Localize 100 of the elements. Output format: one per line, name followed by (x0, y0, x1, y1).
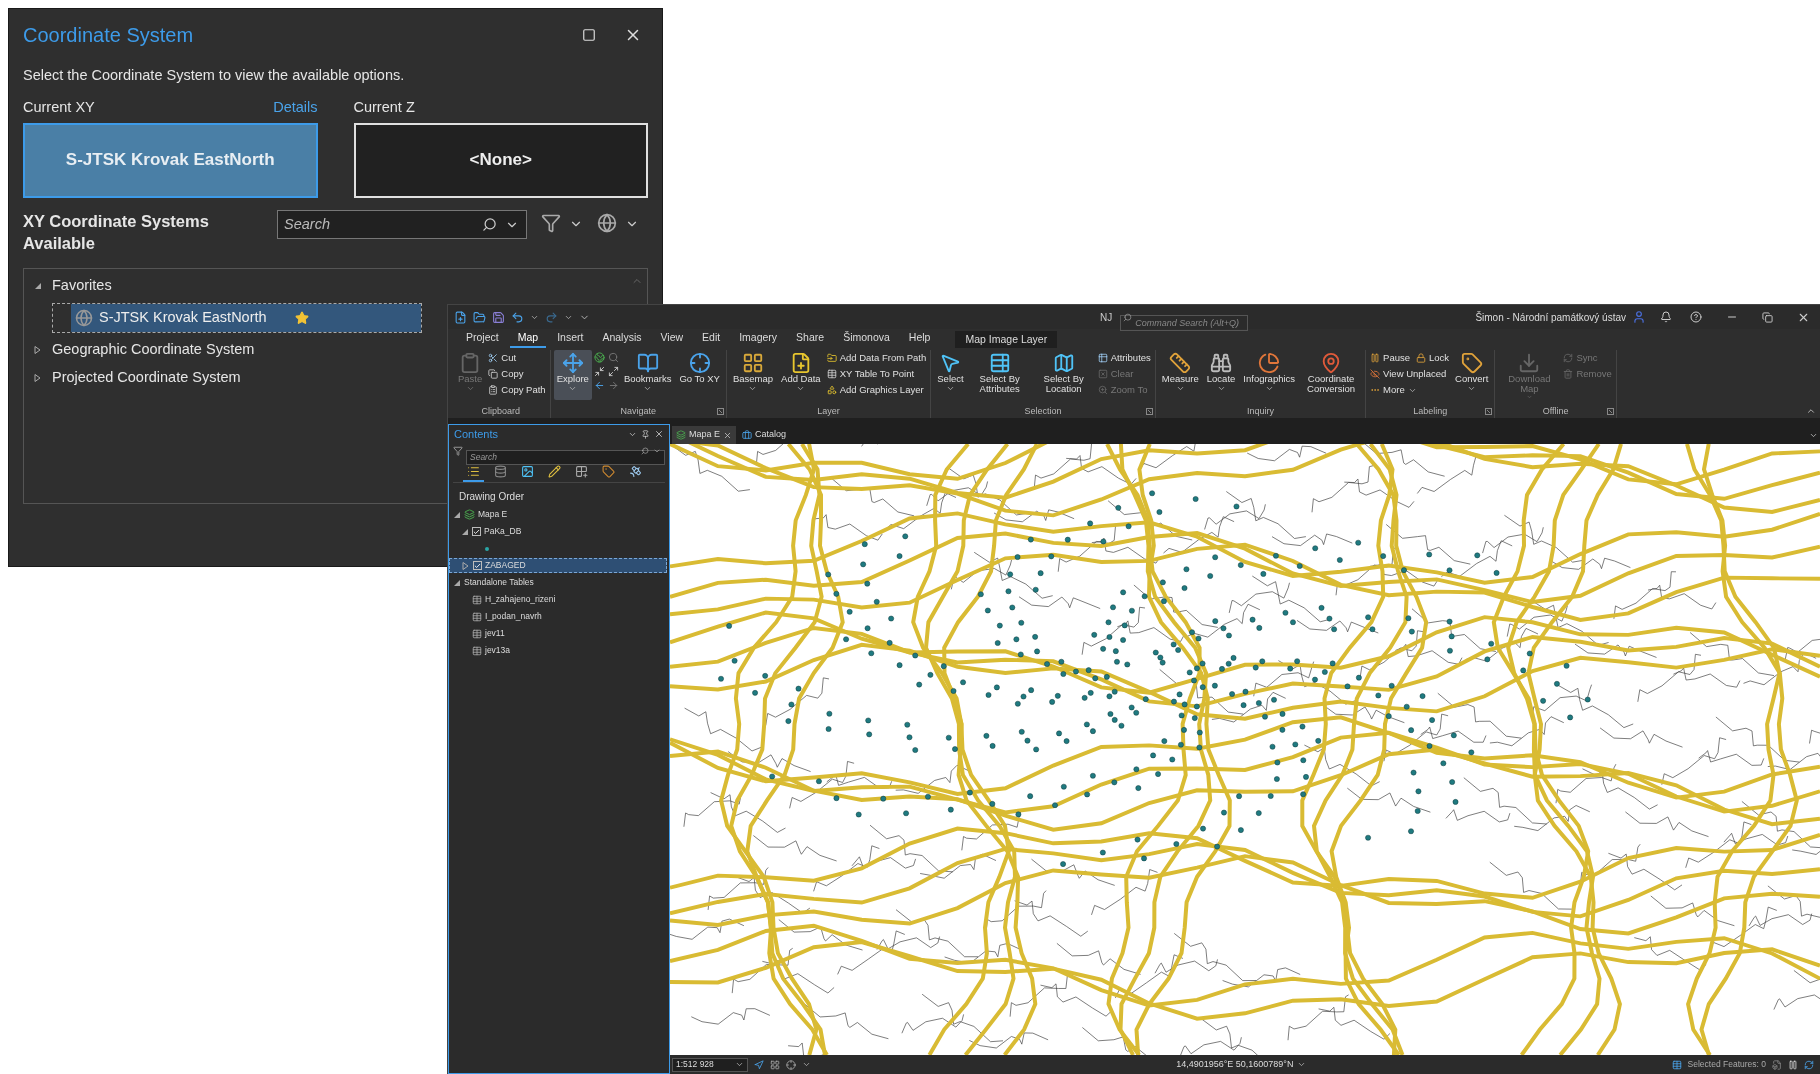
pause-icon[interactable] (1788, 1059, 1798, 1070)
maximize-icon[interactable] (582, 28, 596, 42)
new-project-icon[interactable] (454, 310, 467, 324)
caret-icon[interactable] (653, 447, 661, 455)
tree-item-label[interactable]: I_podan_navrh (485, 610, 542, 623)
close-icon[interactable] (654, 429, 664, 439)
collapse-ribbon-icon[interactable] (1806, 406, 1816, 416)
ribbon-button[interactable]: Add Data (778, 350, 824, 400)
ribbon-tab[interactable]: Analysis (594, 330, 650, 348)
ribbon-tab[interactable]: Map (509, 330, 547, 348)
contextual-tab[interactable]: Map Image Layer (955, 331, 1058, 348)
launcher-icon[interactable] (716, 408, 724, 415)
ribbon-button[interactable]: Infographics (1240, 350, 1299, 400)
ribbon-button[interactable]: Select By Attributes (968, 350, 1031, 400)
tree-item[interactable]: Projected Coordinate System (52, 366, 241, 389)
caret-icon[interactable] (1809, 431, 1818, 440)
ribbon-button[interactable]: Go To XY (676, 350, 723, 400)
ribbon-tab[interactable]: View (652, 330, 692, 348)
refresh-icon[interactable] (1804, 1059, 1814, 1070)
ribbon-small-button[interactable]: Add Graphics Layer (825, 383, 925, 397)
collapsed-arrow-icon[interactable] (34, 373, 42, 382)
back-icon[interactable] (593, 380, 605, 391)
save-icon[interactable] (492, 310, 505, 324)
grid-icon[interactable] (770, 1059, 780, 1070)
ribbon-tab[interactable]: Edit (694, 330, 729, 348)
caret-icon (1467, 384, 1477, 393)
notification-icon[interactable] (1660, 311, 1672, 323)
checkbox[interactable] (473, 561, 482, 570)
account-name[interactable]: Šimon - Národní památkový ústav (1475, 309, 1626, 325)
layer-row[interactable]: ZABAGED (449, 558, 667, 573)
box-icon[interactable] (1772, 1059, 1782, 1070)
ribbon-tab[interactable]: Insert (549, 330, 592, 348)
tree-item-label[interactable]: Standalone Tables (464, 576, 534, 589)
layer-row[interactable]: PaKa_DB (449, 524, 667, 539)
filter-icon[interactable] (541, 212, 561, 233)
ribbon-small-button[interactable]: XY Table To Point (825, 367, 916, 381)
ribbon-small-button[interactable]: Add Data From Path (825, 351, 928, 365)
table-icon[interactable] (1671, 1059, 1682, 1070)
expanded-arrow-icon[interactable] (453, 578, 461, 587)
collapsed-arrow-icon[interactable] (34, 345, 42, 354)
globe-icon[interactable] (597, 212, 617, 233)
ribbon-button[interactable]: Measure (1158, 350, 1202, 400)
ribbon-button[interactable]: Select By Location (1032, 350, 1095, 400)
ribbon-tab[interactable]: Imagery (731, 330, 786, 348)
filter-icon[interactable] (453, 445, 463, 456)
ribbon-small-button[interactable]: View Unplaced (1369, 367, 1448, 381)
tree-item-label[interactable]: jev11 (485, 627, 505, 640)
scale-field[interactable]: 1:512 928 (672, 1057, 748, 1072)
expanded-arrow-icon[interactable] (34, 281, 42, 290)
ribbon-button[interactable]: Coordinate Conversion (1300, 350, 1363, 400)
ribbon-tab[interactable]: Share (788, 330, 833, 348)
ribbon-small-button[interactable]: Pause (1369, 351, 1412, 365)
ribbon-tab[interactable]: Help (900, 330, 939, 348)
document-tab[interactable]: Mapa E (672, 426, 737, 444)
ribbon-small-button[interactable]: Lock (1415, 351, 1451, 365)
avatar-icon[interactable] (1632, 310, 1646, 324)
ribbon-tab[interactable]: Project (458, 330, 507, 348)
launcher-icon[interactable] (1606, 408, 1614, 415)
search-field[interactable]: Search (277, 209, 527, 239)
launcher-icon[interactable] (1485, 408, 1493, 415)
globe-icon[interactable] (593, 352, 605, 363)
table-icon (1097, 353, 1108, 363)
ribbon-small-button[interactable]: Attributes (1096, 351, 1152, 365)
tree-item-label[interactable]: H_zahajeno_rizeni (485, 593, 556, 606)
tree-item-label[interactable]: Mapa E (478, 508, 508, 521)
ribbon-small-button[interactable]: Copy (487, 367, 525, 381)
undo-icon[interactable] (511, 310, 524, 324)
expanded-arrow-icon[interactable] (461, 527, 469, 536)
ribbon-button[interactable]: Locate (1203, 350, 1239, 400)
help-icon[interactable] (1690, 311, 1702, 323)
ribbon-button[interactable]: Convert (1452, 350, 1492, 400)
restore-icon[interactable] (1762, 311, 1773, 323)
document-tab[interactable]: Catalog (738, 426, 791, 444)
ribbon-button[interactable]: Basemap (729, 350, 777, 400)
tree-item[interactable]: S-JTSK Krovak EastNorth (71, 303, 421, 332)
ribbon-small-button[interactable]: Cut (487, 351, 518, 365)
tree-item[interactable]: Favorites (52, 274, 112, 297)
current-z-value[interactable]: <None> (353, 122, 648, 198)
star-icon[interactable] (295, 310, 309, 325)
crosshair-icon[interactable] (786, 1059, 796, 1070)
pin-icon[interactable] (641, 429, 650, 439)
current-xy-value[interactable]: S-JTSK Krovak EastNorth (23, 122, 318, 198)
navigation-icon[interactable] (754, 1059, 764, 1070)
launcher-icon[interactable] (1145, 408, 1153, 415)
collapsed-arrow-icon[interactable] (462, 561, 470, 570)
tree-item[interactable]: Geographic Coordinate System (52, 338, 255, 361)
open-folder-icon[interactable] (473, 310, 486, 324)
ribbon-small-button[interactable]: More (1369, 383, 1418, 397)
expanded-arrow-icon[interactable] (453, 510, 461, 519)
search-field[interactable]: Search (466, 449, 665, 465)
checkbox[interactable] (472, 527, 481, 536)
details-link[interactable]: Details (273, 96, 318, 119)
close-icon[interactable] (723, 430, 733, 440)
ribbon-small-button[interactable]: Copy Path (487, 383, 547, 397)
ribbon-button[interactable]: Select (934, 350, 967, 400)
command-search-field[interactable]: Command Search (Alt+Q) (1120, 315, 1249, 331)
ribbon-button[interactable]: Bookmarks (620, 350, 675, 400)
tree-item-label[interactable]: jev13a (485, 644, 511, 657)
ribbon-button[interactable]: Explore (553, 350, 592, 400)
ribbon-tab[interactable]: Šimonova (835, 330, 898, 348)
